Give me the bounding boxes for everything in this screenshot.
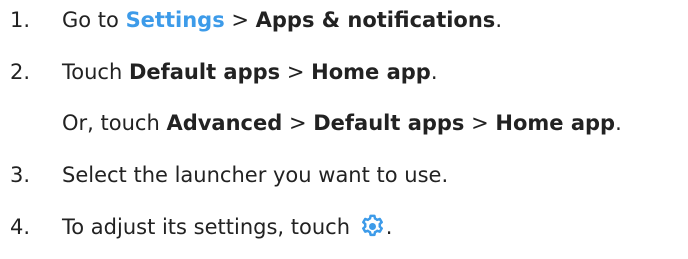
- default-apps-label: Default apps: [313, 111, 465, 135]
- step-number: 4.: [10, 215, 31, 239]
- step-text: Touch Default apps > Home app.: [62, 52, 438, 92]
- apps-notifications-label: Apps & notifications: [255, 8, 496, 32]
- step-number: 3.: [10, 163, 31, 187]
- step-go-to-text: Go to: [62, 8, 126, 32]
- step-text: Select the launcher you want to use.: [62, 163, 449, 187]
- separator: >: [224, 8, 256, 32]
- settings-gear-icon: [359, 213, 386, 240]
- step-touch-text: Touch: [62, 60, 129, 84]
- separator: >: [280, 60, 312, 84]
- step-text: Or, touch Advanced > Default apps > Home…: [62, 103, 622, 143]
- step-number: 1.: [10, 8, 31, 32]
- period: .: [430, 60, 438, 84]
- period: .: [495, 8, 502, 32]
- step-text: To adjust its settings, touch .: [62, 207, 392, 247]
- separator: >: [282, 111, 314, 135]
- step-4-text: To adjust its settings, touch: [62, 215, 357, 239]
- advanced-label: Advanced: [166, 111, 283, 135]
- settings-link[interactable]: Settings: [126, 8, 225, 32]
- instructions-page: 1. Go to Settings > Apps & notifications…: [0, 0, 688, 259]
- alternative-prefix: Or, touch: [62, 111, 167, 135]
- step-text: Go to Settings > Apps & notifications.: [62, 0, 502, 40]
- default-apps-label: Default apps: [128, 60, 281, 84]
- home-app-label: Home app: [311, 60, 431, 84]
- period: .: [615, 111, 622, 135]
- separator: >: [464, 111, 496, 135]
- step-number: 2.: [10, 60, 31, 84]
- home-app-label: Home app: [495, 111, 616, 135]
- period: .: [385, 215, 393, 239]
